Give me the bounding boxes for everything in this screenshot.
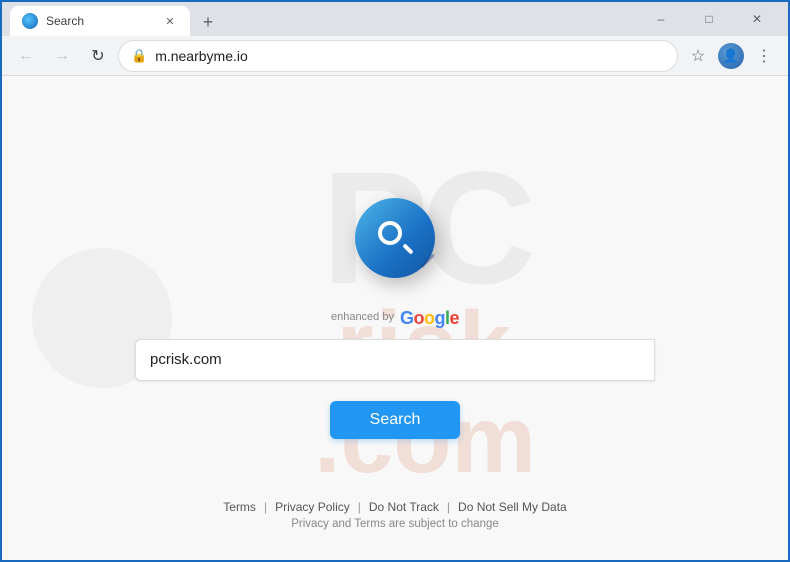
enhanced-by-text: enhanced by (331, 311, 394, 324)
google-logo: Google (400, 308, 459, 329)
google-e: e (450, 308, 460, 329)
footer-terms-link[interactable]: Terms (223, 500, 256, 514)
search-icon-circle (355, 198, 435, 278)
tab-favicon (22, 13, 38, 29)
footer-top-links: Terms | Privacy Policy | Do Not Track | … (223, 500, 566, 514)
footer-dsmd-link[interactable]: Do Not Sell My Data (458, 500, 567, 514)
forward-button[interactable]: → (46, 40, 78, 72)
maximize-button[interactable]: □ (686, 2, 732, 36)
magnifier-handle (402, 243, 413, 254)
search-input-wrap[interactable] (135, 339, 655, 381)
active-tab[interactable]: Search ✕ (10, 6, 190, 36)
search-row (135, 339, 655, 381)
minimize-button[interactable]: – (638, 2, 684, 36)
google-g: G (400, 308, 414, 329)
browser-frame: Search ✕ + – □ ✕ ← → ↻ 🔒 m.nearbyme.io ☆… (2, 2, 788, 560)
refresh-button[interactable]: ↻ (82, 40, 114, 72)
nav-right-controls: ☆ 👤 ⋮ (682, 40, 780, 72)
search-container: enhanced by Google Search (135, 198, 655, 439)
profile-avatar[interactable]: 👤 (718, 43, 744, 69)
window-controls: – □ ✕ (638, 2, 780, 36)
footer-privacy-link[interactable]: Privacy Policy (275, 500, 350, 514)
google-o2: o (424, 308, 435, 329)
magnifier-icon (378, 221, 412, 255)
window-close-button[interactable]: ✕ (734, 2, 780, 36)
search-btn-row: Search (135, 401, 655, 439)
address-text: m.nearbyme.io (155, 48, 665, 64)
tab-title: Search (46, 14, 154, 28)
bookmark-button[interactable]: ☆ (682, 40, 714, 72)
title-bar: Search ✕ + – □ ✕ (2, 2, 788, 36)
page-content: PC risk .com enhanced by Google (2, 76, 788, 560)
navigation-bar: ← → ↻ 🔒 m.nearbyme.io ☆ 👤 ⋮ (2, 36, 788, 76)
google-g2: g (434, 308, 445, 329)
tab-close-button[interactable]: ✕ (162, 13, 178, 29)
search-input[interactable] (150, 351, 640, 368)
search-button[interactable]: Search (330, 401, 461, 439)
enhanced-by-row: enhanced by Google (331, 308, 459, 329)
tabs-area: Search ✕ + (10, 2, 638, 36)
magnifier-glass (378, 221, 402, 245)
google-o1: o (413, 308, 424, 329)
footer-dnt-link[interactable]: Do Not Track (369, 500, 439, 514)
lock-icon: 🔒 (131, 48, 147, 64)
new-tab-button[interactable]: + (194, 8, 222, 36)
back-button[interactable]: ← (10, 40, 42, 72)
address-bar[interactable]: 🔒 m.nearbyme.io (118, 40, 678, 72)
footer-note: Privacy and Terms are subject to change (291, 518, 499, 530)
menu-button[interactable]: ⋮ (748, 40, 780, 72)
footer-links: Terms | Privacy Policy | Do Not Track | … (223, 500, 566, 530)
